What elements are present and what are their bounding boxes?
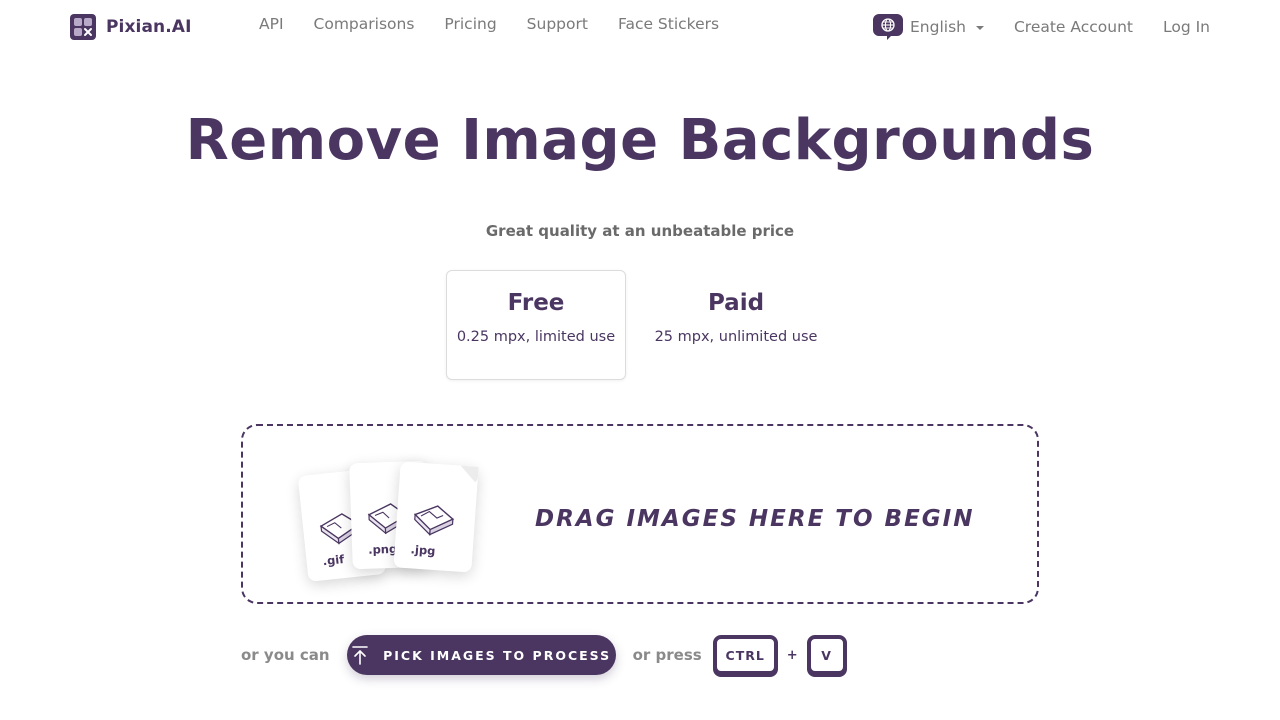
plan-name: Paid — [707, 290, 765, 316]
page-title: Remove Image Backgrounds — [185, 108, 1095, 173]
plan-description: 25 mpx, unlimited use — [654, 329, 818, 345]
or-press-text: or press — [632, 646, 702, 664]
pick-images-button[interactable]: PICK IMAGES TO PROCESS — [346, 635, 616, 675]
v-key-hint: V — [806, 635, 847, 675]
page-subtitle: Great quality at an unbeatable price — [485, 222, 795, 240]
nav-link-support[interactable]: Support — [527, 15, 588, 33]
language-selector[interactable]: English — [873, 14, 984, 40]
plan-free-option[interactable]: Free 0.25 mpx, limited use — [446, 270, 626, 380]
nav-link-pricing[interactable]: Pricing — [444, 15, 496, 33]
file-extension-label: .jpg — [410, 542, 436, 559]
pick-images-label: PICK IMAGES TO PROCESS — [383, 647, 612, 663]
nav-right: English Create Account Log In — [873, 14, 1210, 40]
nav-links: API Comparisons Pricing Support Face Sti… — [259, 15, 749, 33]
brand-logo[interactable]: Pixian.AI — [70, 14, 192, 40]
top-navigation: Pixian.AI API Comparisons Pricing Suppor… — [0, 0, 1280, 52]
or-you-can-text: or you can — [241, 646, 330, 664]
image-icon — [413, 505, 455, 536]
drop-instruction: DRAG IMAGES HERE TO BEGIN — [535, 506, 975, 532]
file-extension-label: .gif — [321, 552, 345, 569]
file-type-illustration: .gif .png .jpg — [297, 456, 493, 586]
language-label: English — [910, 18, 966, 36]
nav-link-api[interactable]: API — [259, 15, 284, 33]
caret-down-icon — [975, 26, 984, 30]
upload-actions: or you can PICK IMAGES TO PROCESS or pre… — [241, 635, 847, 675]
nav-link-face-stickers[interactable]: Face Stickers — [618, 15, 719, 33]
plan-selector: Free 0.25 mpx, limited use Paid 25 mpx, … — [446, 270, 826, 380]
upload-icon — [352, 646, 368, 665]
ctrl-key-hint: CTRL — [712, 635, 778, 675]
brand-name: Pixian.AI — [106, 17, 192, 37]
plus-sign: + — [786, 647, 798, 663]
image-drop-zone[interactable]: .gif .png .jpg DRAG IMAGES HERE TO BEGIN — [241, 424, 1039, 604]
plan-paid-option[interactable]: Paid 25 mpx, unlimited use — [646, 270, 826, 380]
jpg-file-icon: .jpg — [393, 461, 479, 573]
plan-name: Free — [507, 290, 565, 316]
globe-icon — [873, 14, 903, 40]
create-account-link[interactable]: Create Account — [1014, 18, 1133, 36]
file-extension-label: .png — [367, 541, 398, 557]
log-in-link[interactable]: Log In — [1163, 18, 1210, 36]
plan-description: 0.25 mpx, limited use — [456, 329, 616, 345]
nav-link-comparisons[interactable]: Comparisons — [314, 15, 415, 33]
pixian-logo-icon — [70, 14, 96, 40]
